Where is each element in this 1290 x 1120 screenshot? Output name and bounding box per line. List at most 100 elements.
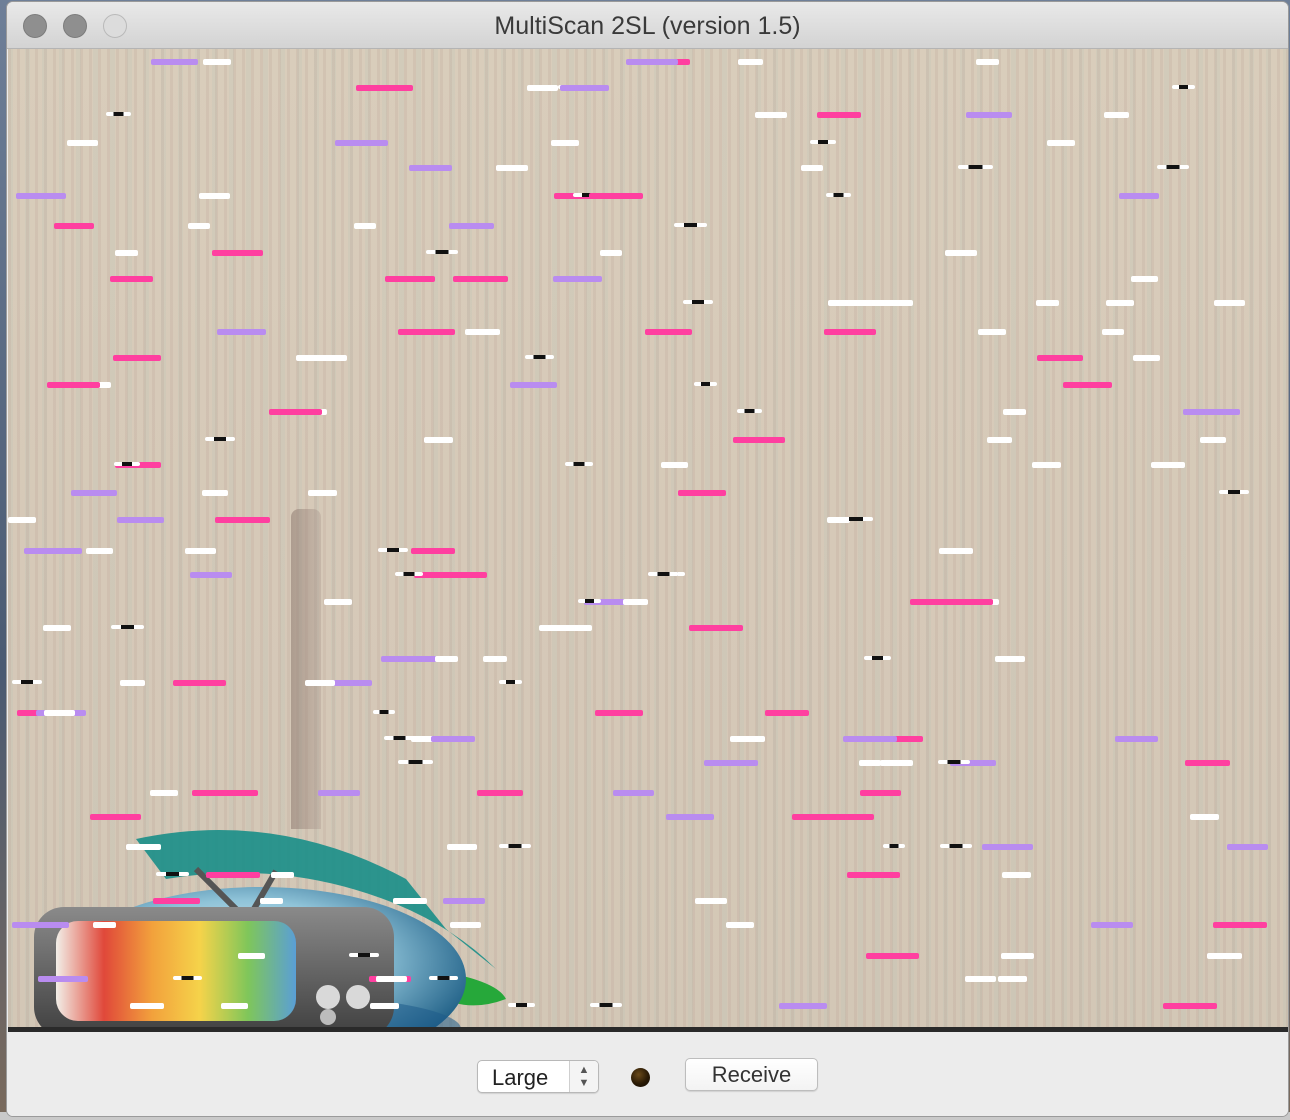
scan-noise-dash [114, 462, 140, 466]
minimize-icon[interactable] [63, 14, 87, 38]
scan-noise-dash [864, 656, 891, 660]
scan-noise-dash [86, 548, 113, 554]
scan-noise-dash [866, 953, 919, 959]
scan-noise-dash [755, 112, 787, 118]
scan-noise-dash [370, 1003, 399, 1009]
scan-noise-dash [1207, 953, 1242, 959]
receive-button[interactable]: Receive [685, 1058, 818, 1091]
scan-noise-dash [1102, 329, 1124, 335]
scan-noise-dash [205, 437, 235, 441]
title-bar[interactable]: MultiScan 2SL (version 1.5) [7, 2, 1288, 49]
scan-noise-dash [678, 490, 726, 496]
scan-noise-dash [510, 382, 557, 388]
scan-noise-dash [694, 382, 717, 386]
scan-noise-dash [995, 656, 1025, 662]
scan-noise-dash [666, 814, 714, 820]
status-indicator [631, 1068, 650, 1087]
scan-noise-dash [431, 736, 475, 742]
scan-noise-dash [151, 59, 198, 65]
scan-noise-dash [1133, 355, 1160, 361]
scan-noise-dash [839, 517, 873, 521]
scan-noise-dash [324, 599, 352, 605]
scan-noise-dash [173, 680, 226, 686]
scan-noise-dash [356, 85, 413, 91]
chevron-up-down-icon[interactable]: ▲ ▼ [569, 1061, 598, 1092]
scan-noise-dash [450, 922, 481, 928]
scan-noise-dash [1131, 276, 1158, 282]
scan-noise-dash [1091, 922, 1133, 928]
zoom-icon[interactable] [103, 14, 127, 38]
scan-noise-dash [156, 872, 189, 876]
scan-noise-dash [378, 548, 408, 552]
scan-noise-dash [38, 976, 88, 982]
scan-noise-dash [429, 976, 458, 980]
scan-noise-dash [117, 517, 164, 523]
scan-noise-dash [71, 490, 117, 496]
scan-noise-dash [848, 300, 883, 306]
scan-noise-dash [1200, 437, 1226, 443]
scan-noise-dash [111, 625, 144, 629]
scan-noise-dash [938, 760, 970, 764]
scan-noise-dash [733, 437, 785, 443]
scan-noise-dash [779, 1003, 827, 1009]
scan-noise-dash [737, 409, 762, 413]
scan-noise-dash [824, 329, 876, 335]
scan-noise-dash [67, 140, 98, 146]
scan-noise-dash [130, 1003, 164, 1009]
scan-noise-dash [817, 112, 861, 118]
scan-noise-dash [47, 382, 100, 388]
app-window: MultiScan 2SL (version 1.5) Large ▲ ▼ Re… [7, 2, 1288, 1116]
scan-noise-dash [305, 680, 335, 686]
scan-noise-dash [879, 300, 913, 306]
scan-noise-dash [93, 922, 116, 928]
scan-noise-dash [173, 976, 202, 980]
scan-noise-dash [373, 710, 395, 714]
window-title: MultiScan 2SL (version 1.5) [494, 12, 801, 40]
scan-noise-dash [453, 276, 508, 282]
scan-noise-dash [560, 85, 609, 91]
scan-noise-dash [203, 59, 231, 65]
scan-noise-dash [978, 329, 1006, 335]
scan-noise-dash [221, 1003, 248, 1009]
scan-noise-dash [553, 276, 602, 282]
scan-noise-dash [1172, 85, 1195, 89]
size-select[interactable]: Large ▲ ▼ [477, 1060, 599, 1093]
scan-noise-dash [199, 193, 230, 199]
scan-noise-dash [730, 736, 765, 742]
image-bottom-border [8, 1027, 1288, 1032]
scan-noise-dash [449, 223, 494, 229]
scan-noise-dash [1227, 844, 1268, 850]
scan-noise-dash [704, 760, 758, 766]
scan-noise-dash [354, 223, 376, 229]
scan-noise-dash [398, 329, 455, 335]
scan-noise-dash [188, 223, 210, 229]
scan-noise-dash [1104, 112, 1129, 118]
scan-noise-dash [381, 656, 437, 662]
scan-noise-dash [998, 976, 1027, 982]
scan-noise-dash [843, 736, 897, 742]
scan-noise-dash [801, 165, 823, 171]
scan-noise-dash [820, 814, 874, 820]
scan-noise-dash [150, 790, 178, 796]
scan-noise-dash [1157, 165, 1189, 169]
scan-noise-dash [126, 844, 161, 850]
scan-noise-dash [12, 680, 42, 684]
scan-noise-dash [1190, 814, 1219, 820]
scan-noise-dash [499, 680, 522, 684]
scan-noise-dash [966, 112, 1012, 118]
scan-noise-dash [238, 953, 265, 959]
scan-noise-dash [349, 953, 379, 957]
scan-noise-dash [260, 898, 283, 904]
scan-noise-dash [1036, 300, 1059, 306]
scan-noise-dash [54, 223, 94, 229]
close-icon[interactable] [23, 14, 47, 38]
scan-noise-dash [648, 572, 679, 576]
scan-noise-dash [1115, 736, 1158, 742]
scan-noise-dash [565, 462, 593, 466]
scan-noise-dash [447, 844, 477, 850]
scan-noise-dash [1119, 193, 1159, 199]
scan-noise-dash [1037, 355, 1083, 361]
scan-noise-dash [600, 250, 622, 256]
scan-noise-dash [578, 599, 601, 603]
scan-noise-dash [376, 976, 407, 982]
